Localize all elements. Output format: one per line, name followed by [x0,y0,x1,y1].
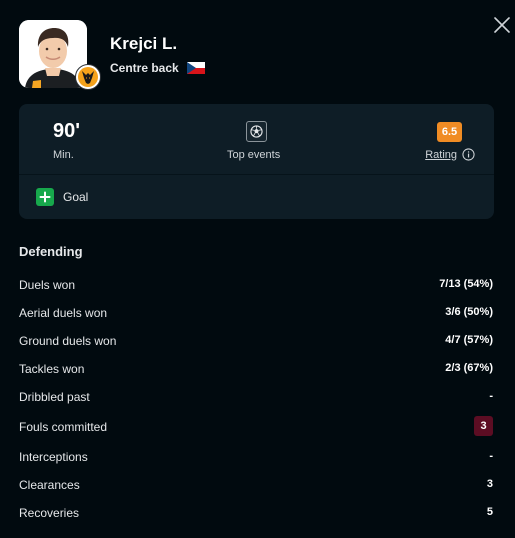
stat-value: 2/3 (67%) [445,362,493,374]
minutes-value: 90' [53,120,81,142]
fouls-count-badge: 3 [474,416,493,436]
stat-value: - [489,390,493,402]
stat-value: 5 [486,506,493,518]
stat-label: Recoveries [19,506,80,520]
summary-stats-row: 90' Min. Top events 6.5 Rating [19,104,494,175]
stat-label: Duels won [19,278,76,292]
minutes-label: Min. [53,149,74,161]
stat-label: Dribbled past [19,390,90,404]
player-rating: 6.5 Rating [415,104,475,175]
stat-label: Interceptions [19,450,88,464]
stat-label: Ground duels won [19,334,117,348]
stat-value: - [489,450,493,462]
close-button[interactable] [493,16,511,34]
stat-row-recoveries: Recoveries 5 [19,499,493,527]
stat-value: 7/13 (54%) [439,278,493,290]
football-icon [246,121,267,142]
player-meta: Centre back [110,61,205,75]
rating-info-link[interactable]: Rating [425,148,475,161]
stat-value: 3/6 (50%) [445,306,493,318]
top-events: Top events [209,104,304,175]
event-label: Goal [63,190,89,204]
rating-badge: 6.5 [437,122,462,142]
stat-row-ground-duels-won: Ground duels won 4/7 (57%) [19,327,493,355]
section-title-defending: Defending [19,244,83,259]
minutes-played: 90' Min. [53,104,93,175]
stat-label: Clearances [19,478,80,492]
rating-label[interactable]: Rating [425,149,457,161]
stat-row-dribbled-past: Dribbled past - [19,383,493,413]
top-events-label: Top events [227,149,281,161]
goal-plus-icon [36,188,54,206]
stat-row-aerial-duels-won: Aerial duels won 3/6 (50%) [19,299,493,327]
defending-stats-list: Duels won 7/13 (54%) Aerial duels won 3/… [19,271,493,527]
match-summary-card: 90' Min. Top events 6.5 Rating Goal [19,104,494,219]
player-header: Krejci L. Centre back [19,20,439,90]
stat-row-duels-won: Duels won 7/13 (54%) [19,271,493,299]
stat-value: 4/7 (57%) [445,334,493,346]
event-item-goal: Goal [36,188,88,206]
stat-row-fouls-committed: Fouls committed 3 [19,413,493,443]
stat-label: Aerial duels won [19,306,108,320]
close-icon [494,17,510,33]
stat-row-tackles-won: Tackles won 2/3 (67%) [19,355,493,383]
player-position: Centre back [110,61,179,75]
stat-row-clearances: Clearances 3 [19,471,493,499]
player-name: Krejci L. [110,34,178,53]
stat-label: Fouls committed [19,420,108,434]
czech-flag-icon [186,62,205,74]
stat-row-interceptions: Interceptions - [19,443,493,471]
info-icon[interactable] [462,148,475,161]
wolves-badge-icon [75,64,101,90]
stat-value: 3 [486,478,493,490]
stat-label: Tackles won [19,362,85,376]
